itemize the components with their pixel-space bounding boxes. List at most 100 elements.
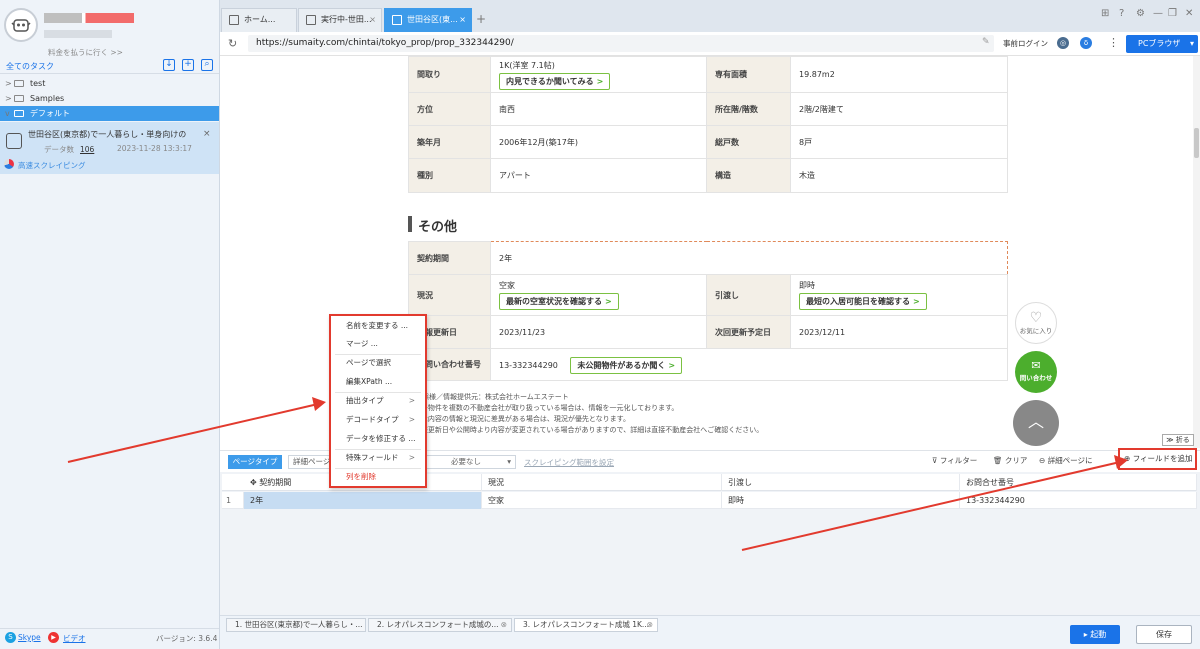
video-link[interactable]: ビデオ [63, 633, 86, 644]
menu-item-extract-type[interactable]: 抽出タイプ > [331, 393, 425, 409]
data-count-link[interactable]: 106 [80, 145, 94, 154]
page-type-select[interactable]: 詳細ページ [288, 455, 332, 469]
note-line: ※表示内容の情報と現況に差異がある場合は、現況が優先となります。 [408, 415, 630, 423]
table-row[interactable]: 1 2年 空家 即時 13-332344290 [222, 492, 1197, 509]
fast-scraping-link[interactable]: 高速スクレイピング [18, 160, 86, 171]
menu-item-rename[interactable]: 名前を変更する ... [331, 318, 425, 334]
extension-icon[interactable]: ◎ [1057, 37, 1069, 49]
search-task-icon[interactable]: ⌕ [201, 59, 213, 71]
close-icon[interactable]: ⊗ [647, 619, 653, 631]
chevron-right-icon: > [5, 94, 12, 103]
close-icon[interactable]: × [459, 9, 466, 31]
menu-item-delete-column[interactable]: 列を削除 [331, 469, 425, 485]
close-icon[interactable]: ⊗ [501, 619, 507, 631]
favorite-label: お気に入り [1019, 327, 1053, 335]
scrollbar[interactable] [1193, 56, 1200, 448]
mail-icon: ✉ [1031, 359, 1041, 372]
selected-cell[interactable]: 2年 [490, 241, 1008, 275]
task-section-title: 全てのタスク [6, 62, 54, 71]
reload-icon[interactable]: ↻ [228, 37, 237, 50]
pagination-select[interactable]: 必要なし ▾ [426, 455, 516, 469]
extension-icon-2[interactable]: δ [1080, 37, 1092, 49]
menu-item-edit-xpath[interactable]: 編集XPath ... [331, 374, 425, 390]
pre-login-button[interactable]: 事前ログイン [1003, 38, 1048, 49]
table-cell: 2023/12/11 [790, 315, 1008, 349]
task-tab-1[interactable]: 1. 世田谷区(東京都)で一人暮らし・... [226, 618, 366, 632]
table-label: 契約期間 [408, 241, 491, 275]
clear-button[interactable]: 🗑 クリア [993, 455, 1027, 466]
pay-link[interactable]: 料金を払うに行く >> [48, 47, 123, 58]
column-header-inquiry[interactable]: お問合せ番号 [960, 474, 1197, 491]
grid-cell[interactable]: 空家 [482, 492, 722, 509]
avatar[interactable] [4, 8, 38, 42]
skype-icon[interactable]: S [5, 632, 16, 643]
help-icon[interactable]: ? [1119, 8, 1124, 19]
close-window-icon[interactable]: ✕ [1185, 8, 1193, 19]
grid-cell[interactable]: 13-332344290 [960, 492, 1197, 509]
column-header-handover[interactable]: 引渡し [722, 474, 960, 491]
task-tab-2[interactable]: 2. レオパレスコンフォート成城の... ⊗ [368, 618, 512, 632]
detail-page-button[interactable]: ⊖ 詳細ページに [1039, 455, 1093, 466]
more-icon[interactable]: ⋮ [1108, 36, 1119, 49]
table-row: 方位 南西 所在階/階数 2階/2階建て [408, 92, 1008, 126]
unlisted-inquiry-button[interactable]: 未公開物件があるか聞く > [570, 357, 683, 374]
filter-button[interactable]: ⊽ フィルター [932, 455, 977, 466]
new-tab-button[interactable]: + [476, 12, 486, 26]
scroll-to-top-button[interactable]: ︿ [1013, 400, 1059, 446]
folder-default[interactable]: v デフォルト [0, 106, 219, 121]
add-field-button[interactable]: ⊕ フィールドを追加 [1118, 448, 1197, 470]
close-icon[interactable]: × [203, 129, 211, 139]
folder-samples[interactable]: > Samples [0, 91, 219, 106]
run-button[interactable]: ▸ 起動 [1070, 625, 1120, 644]
import-icon[interactable]: ↓ [163, 59, 175, 71]
menu-item-merge[interactable]: マージ ... [331, 336, 425, 352]
menu-item-select-in-page[interactable]: ページで選択 [331, 355, 425, 371]
task-timestamp: 2023-11-28 13:3:17 [117, 144, 192, 153]
scrape-range-link[interactable]: スクレイピング範囲を設定 [524, 457, 614, 468]
close-icon[interactable]: × [369, 9, 376, 31]
tab-setagaya[interactable]: 世田谷区(東... × [384, 8, 472, 32]
grid-cell[interactable]: 即時 [722, 492, 960, 509]
detail-page-label: 詳細ページに [1047, 456, 1093, 465]
url-input[interactable]: https://sumaity.com/chintai/tokyo_prop/p… [248, 35, 994, 52]
task-name[interactable]: 世田谷区(東京都)で一人暮らし・単身向けの [28, 129, 200, 140]
skype-link[interactable]: Skype [18, 633, 41, 642]
chevron-right-icon: > [668, 361, 676, 370]
browser-mode-button[interactable]: PCブラウザ ▾ [1126, 35, 1198, 53]
save-button[interactable]: 保存 [1136, 625, 1192, 644]
chevron-up-icon: ︿ [1027, 412, 1044, 431]
grid-cell[interactable]: 2年 [244, 492, 482, 509]
page-type-tab[interactable]: ページタイプ [228, 455, 282, 469]
edit-icon[interactable]: ✎ [982, 37, 990, 47]
contact-button[interactable]: ✉ 問い合わせ [1015, 351, 1057, 393]
table-row: 種別 アパート 構造 木造 [408, 158, 1008, 193]
tab-home[interactable]: ホーム... [221, 8, 297, 32]
restore-icon[interactable]: ❐ [1168, 8, 1177, 19]
add-task-icon[interactable]: + [182, 59, 194, 71]
page-icon [306, 15, 316, 25]
minimize-icon[interactable]: — [1153, 8, 1163, 19]
folder-test[interactable]: > test [0, 76, 219, 91]
menu-item-special-field[interactable]: 特殊フィールド > [331, 450, 425, 466]
tab-running[interactable]: 実行中-世田... × [298, 8, 382, 32]
chevron-right-icon: > [596, 76, 604, 86]
vacancy-check-button[interactable]: 最新の空室状況を確認する > [499, 293, 619, 310]
viewing-inquiry-button[interactable]: 内見できるか聞いてみる > [499, 72, 611, 90]
scrollbar-thumb[interactable] [1194, 128, 1199, 158]
table-label: 総戸数 [706, 125, 791, 159]
task-tab-3[interactable]: 3. レオパレスコンフォート成城 1K... ⊗ [514, 618, 658, 632]
video-icon[interactable]: ▶ [48, 632, 59, 643]
column-header-status[interactable]: 現況 [482, 474, 722, 491]
chevron-right-icon: > [605, 297, 612, 306]
button-label: 最短の入居可能日を確認する [806, 297, 910, 306]
move-in-date-button[interactable]: 最短の入居可能日を確認する > [799, 293, 927, 310]
favorite-button[interactable]: ♡ お気に入り [1015, 302, 1057, 344]
home-icon [229, 15, 239, 25]
menu-item-fix-data[interactable]: データを修正する ... [331, 431, 425, 447]
fold-button[interactable]: ≫ 折る [1162, 434, 1194, 446]
task-tab-label: 3. レオパレスコンフォート成城 1K... [523, 620, 650, 629]
settings-icon[interactable]: ⚙ [1136, 8, 1145, 19]
select-value: 必要なし [451, 457, 481, 466]
gift-icon[interactable]: ⊞ [1101, 8, 1109, 19]
menu-item-decode-type[interactable]: デコードタイプ > [331, 412, 425, 428]
